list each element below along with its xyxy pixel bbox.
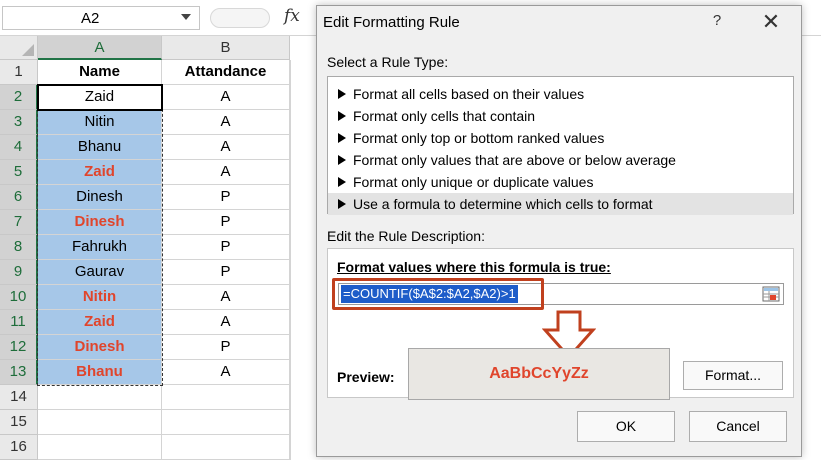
rule-description-panel: Format values where this formula is true…	[327, 248, 794, 400]
ok-button[interactable]: OK	[577, 411, 675, 442]
rule-type-label: Format only top or bottom ranked values	[353, 130, 605, 146]
rule-type-label: Format only unique or duplicate values	[353, 174, 594, 190]
format-button[interactable]: Format...	[683, 361, 783, 390]
rule-type-list[interactable]: Format all cells based on their values Fo…	[327, 76, 794, 215]
row-header-5[interactable]: 5	[0, 160, 38, 185]
cell-b5[interactable]: A	[162, 160, 290, 185]
cell-b8[interactable]: P	[162, 235, 290, 260]
select-all-corner[interactable]	[0, 36, 38, 60]
edit-rule-description-label: Edit the Rule Description:	[327, 228, 485, 244]
rule-type-item[interactable]: Format all cells based on their values	[328, 83, 793, 105]
preview-sample-text: AaBbCcYyZz	[489, 365, 589, 382]
column-header-b[interactable]: B	[162, 36, 290, 60]
triangle-bullet-icon	[338, 199, 346, 209]
selection-range	[37, 84, 163, 386]
collapse-dialog-icon[interactable]	[761, 285, 781, 303]
cell-b3[interactable]: A	[162, 110, 290, 135]
cell-b16[interactable]	[162, 435, 290, 460]
row-header-7[interactable]: 7	[0, 210, 38, 235]
rule-type-item[interactable]: Use a formula to determine which cells t…	[328, 193, 793, 215]
preview-label: Preview:	[337, 369, 395, 385]
cell-b11[interactable]: A	[162, 310, 290, 335]
rule-type-item[interactable]: Format only top or bottom ranked values	[328, 127, 793, 149]
cancel-button[interactable]: Cancel	[689, 411, 787, 442]
cell-b6[interactable]: P	[162, 185, 290, 210]
triangle-bullet-icon	[338, 177, 346, 187]
column-b-right-border	[290, 60, 291, 460]
formula-bar-handle[interactable]	[210, 8, 270, 28]
row-header-2[interactable]: 2	[0, 85, 38, 110]
name-box-dropdown-icon[interactable]	[181, 14, 191, 20]
triangle-bullet-icon	[338, 133, 346, 143]
formula-highlight-annotation	[332, 278, 544, 310]
rule-type-item[interactable]: Format only unique or duplicate values	[328, 171, 793, 193]
select-all-triangle-icon	[22, 44, 34, 56]
row-header-12[interactable]: 12	[0, 335, 38, 360]
rule-type-label: Format only values that are above or bel…	[353, 152, 676, 168]
row-header-11[interactable]: 11	[0, 310, 38, 335]
cell-b4[interactable]: A	[162, 135, 290, 160]
triangle-bullet-icon	[338, 111, 346, 121]
row-header-6[interactable]: 6	[0, 185, 38, 210]
fx-icon[interactable]: fx	[284, 6, 300, 26]
cell-b13[interactable]: A	[162, 360, 290, 385]
preview-box: AaBbCcYyZz	[408, 348, 670, 400]
row-header-13[interactable]: 13	[0, 360, 38, 385]
row-header-15[interactable]: 15	[0, 410, 38, 435]
screen: A2 fx A B 1 Name Attandance 2 Zaid A 3 Nitin A 4 B…	[0, 0, 821, 460]
select-rule-type-label: Select a Rule Type:	[327, 54, 449, 70]
name-box-value: A2	[81, 10, 100, 27]
column-header-a[interactable]: A	[38, 36, 162, 60]
row-header-3[interactable]: 3	[0, 110, 38, 135]
row-header-16[interactable]: 16	[0, 435, 38, 460]
rule-type-label: Use a formula to determine which cells t…	[353, 196, 653, 212]
cell-b10[interactable]: A	[162, 285, 290, 310]
cell-a14[interactable]	[38, 385, 162, 410]
cell-b9[interactable]: P	[162, 260, 290, 285]
cell-a1[interactable]: Name	[38, 60, 162, 85]
dialog-title: Edit Formatting Rule	[323, 14, 460, 31]
rule-type-label: Format all cells based on their values	[353, 86, 585, 102]
cell-b14[interactable]	[162, 385, 290, 410]
row-header-10[interactable]: 10	[0, 285, 38, 310]
row-header-9[interactable]: 9	[0, 260, 38, 285]
triangle-bullet-icon	[338, 155, 346, 165]
active-cell-border	[37, 84, 163, 111]
row-header-8[interactable]: 8	[0, 235, 38, 260]
cell-b7[interactable]: P	[162, 210, 290, 235]
rule-type-item[interactable]: Format only values that are above or bel…	[328, 149, 793, 171]
rule-type-label: Format only cells that contain	[353, 108, 536, 124]
rule-type-item[interactable]: Format only cells that contain	[328, 105, 793, 127]
cell-b12[interactable]: P	[162, 335, 290, 360]
cell-b1[interactable]: Attandance	[162, 60, 290, 85]
formula-title: Format values where this formula is true…	[337, 259, 611, 275]
cell-a15[interactable]	[38, 410, 162, 435]
row-header-4[interactable]: 4	[0, 135, 38, 160]
edit-formatting-rule-dialog: Edit Formatting Rule ? ✕ Select a Rule T…	[316, 5, 802, 457]
close-icon[interactable]: ✕	[757, 10, 785, 36]
name-box[interactable]: A2	[2, 6, 200, 30]
cell-a16[interactable]	[38, 435, 162, 460]
cell-b2[interactable]: A	[162, 85, 290, 110]
worksheet-grid: A B 1 Name Attandance 2 Zaid A 3 Nitin A 4 Bhanu A 5…	[0, 36, 300, 460]
row-header-1[interactable]: 1	[0, 60, 38, 85]
help-button[interactable]: ?	[707, 12, 727, 34]
cell-b15[interactable]	[162, 410, 290, 435]
triangle-bullet-icon	[338, 89, 346, 99]
row-header-14[interactable]: 14	[0, 385, 38, 410]
